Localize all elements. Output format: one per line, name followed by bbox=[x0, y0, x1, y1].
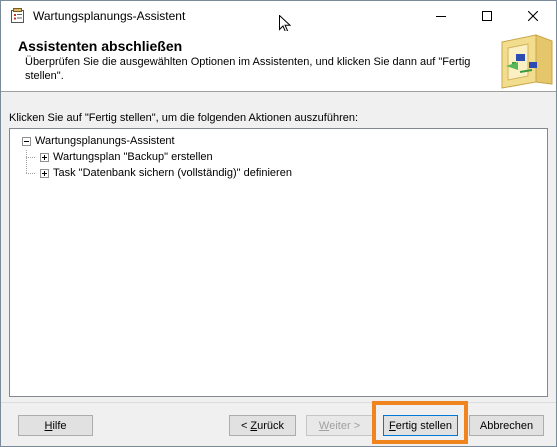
instruction-text: Klicken Sie auf "Fertig stellen", um die… bbox=[9, 112, 359, 124]
back-button[interactable]: < Zurück bbox=[229, 415, 296, 436]
expand-icon[interactable] bbox=[40, 152, 49, 162]
maximize-icon bbox=[482, 11, 492, 21]
help-button[interactable]: Hilfe bbox=[18, 415, 93, 436]
tree-root-label: Wartungsplanungs-Assistent bbox=[35, 135, 175, 147]
next-button[interactable]: Weiter > bbox=[306, 415, 373, 436]
close-icon bbox=[528, 11, 538, 21]
tree-node-label: Task "Datenbank sichern (vollständig)" d… bbox=[53, 167, 292, 179]
finish-label: ertig stellen bbox=[395, 419, 452, 432]
tree-connector-line bbox=[26, 150, 27, 173]
wizard-header: Assistenten abschließen Überprüfen Sie d… bbox=[1, 31, 556, 92]
back-prefix: < bbox=[240, 419, 251, 432]
window-title: Wartungsplanungs-Assistent bbox=[33, 9, 186, 23]
tree-node[interactable]: Task "Datenbank sichern (vollständig)" d… bbox=[40, 165, 292, 181]
finish-mnemonic: F bbox=[389, 419, 396, 432]
cancel-label: Abbrechen bbox=[479, 419, 534, 432]
back-label: urück bbox=[257, 419, 285, 432]
wizard-banner-icon bbox=[496, 32, 554, 90]
tree-connector-line bbox=[26, 157, 35, 158]
back-mnemonic: Z bbox=[250, 419, 258, 432]
maximize-button[interactable] bbox=[464, 1, 510, 31]
help-label: ilfe bbox=[52, 419, 67, 432]
wizard-app-icon bbox=[10, 8, 26, 24]
minimize-icon bbox=[436, 16, 446, 17]
tree-root-node[interactable]: Wartungsplanungs-Assistent bbox=[22, 133, 175, 149]
title-bar[interactable]: Wartungsplanungs-Assistent bbox=[1, 1, 556, 33]
expand-icon[interactable] bbox=[40, 168, 49, 178]
collapse-icon[interactable] bbox=[22, 136, 31, 146]
minimize-button[interactable] bbox=[418, 1, 464, 31]
cancel-button[interactable]: Abbrechen bbox=[469, 415, 544, 436]
page-title: Assistenten abschließen bbox=[18, 38, 183, 54]
close-button[interactable] bbox=[510, 1, 556, 31]
page-description: Überprüfen Sie die ausgewählten Optionen… bbox=[25, 56, 471, 82]
footer-divider bbox=[1, 402, 556, 403]
finish-button[interactable]: Fertig stellen bbox=[383, 415, 458, 436]
tree-node-label: Wartungsplan "Backup" erstellen bbox=[53, 151, 213, 163]
next-label: eiter > bbox=[329, 419, 361, 432]
tree-node[interactable]: Wartungsplan "Backup" erstellen bbox=[40, 149, 213, 165]
help-mnemonic: H bbox=[44, 419, 53, 432]
tree-connector-line bbox=[26, 173, 35, 174]
next-mnemonic: W bbox=[318, 419, 330, 432]
wizard-window: Wartungsplanungs-Assistent Assistenten a… bbox=[0, 0, 557, 447]
summary-tree[interactable]: Wartungsplanungs-Assistent Wartungsplan … bbox=[9, 128, 548, 397]
